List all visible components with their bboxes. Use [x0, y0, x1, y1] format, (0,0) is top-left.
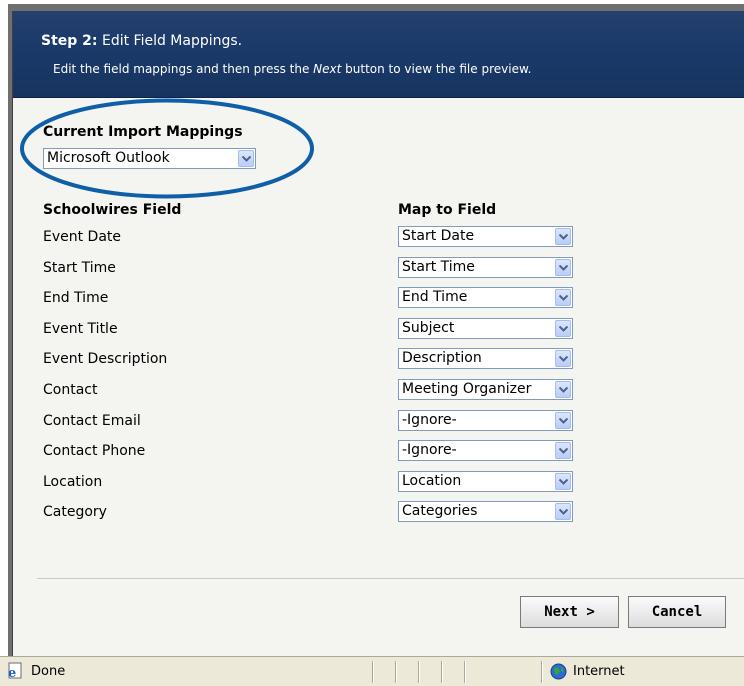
map-to-field-select[interactable]: Description	[398, 348, 573, 369]
map-to-field-select[interactable]: -Ignore-	[398, 410, 573, 431]
step-title: Step 2: Edit Field Mappings.	[41, 33, 242, 49]
next-button[interactable]: Next >	[520, 596, 619, 628]
schoolwires-field-header: Schoolwires Field	[43, 202, 182, 218]
select-value: Meeting Organizer	[402, 381, 532, 397]
map-to-field-select[interactable]: -Ignore-	[398, 440, 573, 461]
map-to-field-select[interactable]: Meeting Organizer	[398, 379, 573, 400]
dropdown-arrow-icon[interactable]	[555, 442, 571, 459]
status-separator	[441, 661, 443, 683]
field-label: Event Title	[43, 321, 118, 337]
status-text: Done	[31, 664, 66, 679]
highlight-oval	[20, 98, 314, 199]
step-number: Step 2:	[41, 33, 98, 49]
step-name: Edit Field Mappings.	[101, 33, 243, 49]
map-to-field-select[interactable]: Subject	[398, 318, 573, 339]
dropdown-arrow-icon[interactable]	[555, 320, 571, 337]
field-label: Location	[43, 474, 103, 490]
security-zone-text: Internet	[573, 664, 625, 679]
step-description: Edit the field mappings and then press t…	[53, 62, 531, 76]
status-separator	[418, 661, 420, 683]
field-label: Event Description	[43, 351, 168, 367]
map-to-field-header: Map to Field	[398, 202, 497, 218]
step-desc-part2: button to view the file preview.	[341, 62, 532, 76]
field-label: Contact Phone	[43, 443, 146, 459]
select-value: Location	[402, 473, 462, 489]
status-bar: e Done Internet	[0, 656, 744, 686]
dropdown-arrow-icon[interactable]	[555, 503, 571, 520]
select-value: Categories	[402, 503, 478, 519]
select-value: Subject	[402, 320, 455, 336]
ie-page-icon: e	[8, 662, 22, 680]
import-wizard-panel: Step 2: Edit Field Mappings. Edit the fi…	[12, 11, 744, 656]
field-label: Event Date	[43, 229, 122, 245]
status-separator	[464, 661, 466, 683]
step-desc-part1: Edit the field mappings and then press t…	[53, 62, 314, 76]
map-to-field-select[interactable]: Start Time	[398, 257, 573, 278]
select-value: -Ignore-	[402, 412, 457, 428]
status-separator	[541, 661, 543, 683]
step-header: Step 2: Edit Field Mappings. Edit the fi…	[13, 11, 744, 98]
internet-globe-icon	[550, 663, 567, 680]
cancel-button[interactable]: Cancel	[628, 596, 726, 628]
dropdown-arrow-icon[interactable]	[555, 259, 571, 276]
field-label: Contact	[43, 382, 98, 398]
field-label: Start Time	[43, 260, 116, 276]
status-separator	[372, 661, 374, 683]
map-to-field-select[interactable]: Categories	[398, 501, 573, 522]
status-separator	[395, 661, 397, 683]
step-desc-next: Next	[313, 62, 342, 76]
select-value: End Time	[402, 289, 468, 305]
field-label: End Time	[43, 290, 109, 306]
select-value: Start Time	[402, 259, 475, 275]
dropdown-arrow-icon[interactable]	[555, 381, 571, 398]
dropdown-arrow-icon[interactable]	[555, 228, 571, 245]
select-value: -Ignore-	[402, 442, 457, 458]
select-value: Description	[402, 350, 482, 366]
svg-text:e: e	[8, 666, 16, 680]
divider	[37, 578, 744, 579]
map-to-field-select[interactable]: End Time	[398, 287, 573, 308]
dropdown-arrow-icon[interactable]	[555, 289, 571, 306]
field-label: Contact Email	[43, 413, 141, 429]
map-to-field-select[interactable]: Location	[398, 471, 573, 492]
dropdown-arrow-icon[interactable]	[555, 412, 571, 429]
field-label: Category	[43, 504, 107, 520]
map-to-field-select[interactable]: Start Date	[398, 226, 573, 247]
dropdown-arrow-icon[interactable]	[555, 473, 571, 490]
dropdown-arrow-icon[interactable]	[555, 350, 571, 367]
select-value: Start Date	[402, 228, 475, 244]
